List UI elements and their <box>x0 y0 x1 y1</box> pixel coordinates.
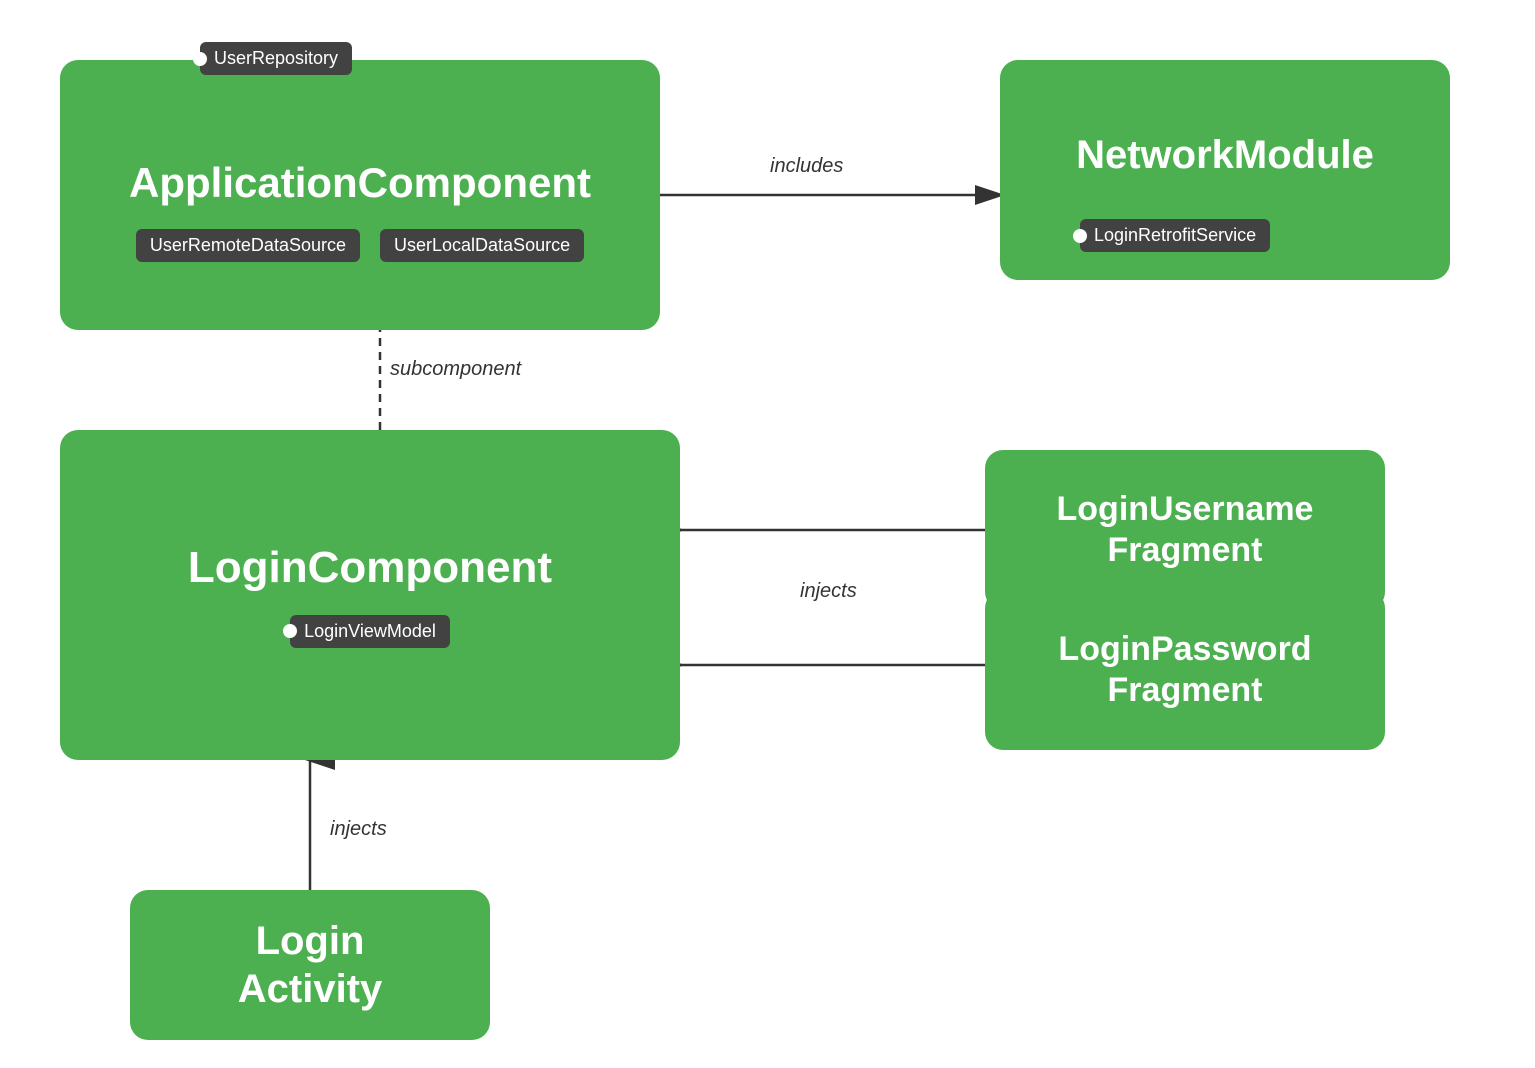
login-activity-title: Login Activity <box>238 917 383 1013</box>
network-module-title: NetworkModule <box>1076 131 1374 179</box>
login-viewmodel-chip: LoginViewModel <box>290 615 450 648</box>
login-activity-box: Login Activity <box>130 890 490 1040</box>
application-component-box: UserRepository ApplicationComponent User… <box>60 60 660 330</box>
user-remote-datasource-chip: UserRemoteDataSource <box>136 229 360 262</box>
user-repository-chip: UserRepository <box>200 42 352 75</box>
injects-right-label: injects <box>800 580 857 603</box>
login-viewmodel-dot <box>283 624 297 638</box>
subcomponent-label: subcomponent <box>390 358 521 381</box>
application-component-title: ApplicationComponent <box>129 158 591 208</box>
network-module-box: NetworkModule LoginRetrofitService <box>1000 60 1450 280</box>
login-username-fragment-title: LoginUsername Fragment <box>1057 489 1314 571</box>
includes-label: includes <box>770 155 843 178</box>
login-component-title: LoginComponent <box>188 542 552 595</box>
login-password-fragment-box: LoginPassword Fragment <box>985 590 1385 750</box>
user-local-datasource-chip: UserLocalDataSource <box>380 229 584 262</box>
login-retrofit-service-chip: LoginRetrofitService <box>1080 219 1270 252</box>
login-username-fragment-box: LoginUsername Fragment <box>985 450 1385 610</box>
diagram-container: UserRepository ApplicationComponent User… <box>0 0 1535 1068</box>
user-repository-dot <box>193 52 207 66</box>
login-component-box: LoginComponent LoginViewModel <box>60 430 680 760</box>
login-password-fragment-title: LoginPassword Fragment <box>1058 629 1311 711</box>
login-retrofit-service-dot <box>1073 229 1087 243</box>
injects-bottom-label: injects <box>330 818 387 841</box>
